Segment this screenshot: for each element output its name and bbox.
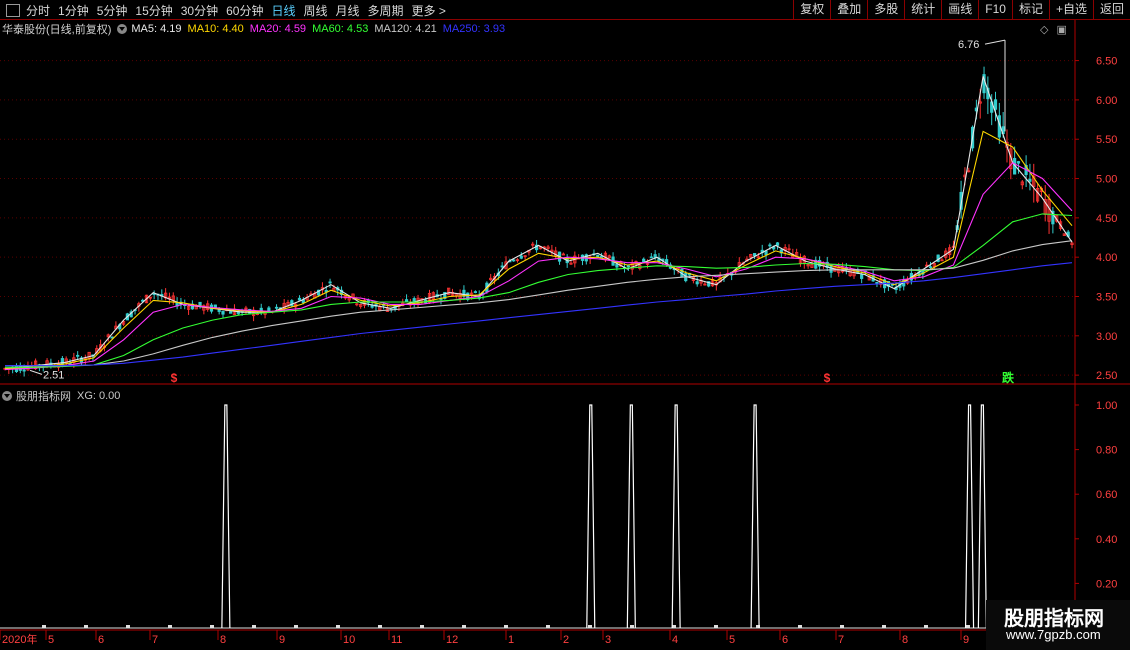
candle-body xyxy=(768,244,772,247)
date-label: 7 xyxy=(152,634,158,646)
candle-body xyxy=(752,253,757,256)
date-label: 2020年 xyxy=(2,632,37,646)
watermark: 股朋指标网 www.7gpzb.com xyxy=(986,600,1130,650)
date-label: 6 xyxy=(98,634,104,646)
price-tick-label: 3.00 xyxy=(1096,331,1117,343)
candle-body xyxy=(404,299,409,302)
indicator-legend: 股朋指标网 XG: 0.00 xyxy=(2,388,126,404)
price-tick-label: 3.50 xyxy=(1096,292,1117,304)
candle-body xyxy=(649,256,653,259)
candle-body xyxy=(615,263,619,268)
watermark-url: www.7gpzb.com xyxy=(1006,627,1101,642)
candle-body xyxy=(875,281,879,284)
indicator-title[interactable]: 股朋指标网 xyxy=(16,388,71,404)
candle-body xyxy=(993,99,998,110)
ma-line-ma20 xyxy=(4,162,1073,371)
xg-signal-spike xyxy=(626,404,636,629)
candle-body xyxy=(221,310,225,315)
date-label: 10 xyxy=(343,634,355,646)
candle-body xyxy=(60,358,64,365)
signal-marker: 跌 xyxy=(1002,370,1015,385)
candle-body xyxy=(626,265,630,268)
date-label: 4 xyxy=(672,634,678,646)
xg-signal-spike xyxy=(221,404,231,629)
candle-body xyxy=(76,354,80,357)
date-label: 5 xyxy=(48,634,54,646)
xg-signal-spike xyxy=(586,404,596,629)
high-price-label: 6.76 xyxy=(958,39,979,51)
candle-body xyxy=(229,311,233,314)
date-label: 9 xyxy=(963,634,969,646)
candle-body xyxy=(775,242,780,246)
candle-body xyxy=(695,281,699,285)
price-tick-label: 6.00 xyxy=(1096,95,1117,107)
ma-line-ma60 xyxy=(5,213,1073,368)
xg-signal-spike xyxy=(750,404,760,629)
date-label: 1 xyxy=(508,634,514,646)
candle-body xyxy=(473,291,477,293)
xg-signal-spike xyxy=(671,404,681,629)
high-pointer xyxy=(984,39,1006,45)
stock-chart-window: { "toolbar": { "periods": ["分时","1分钟","5… xyxy=(0,0,1130,650)
date-label: 11 xyxy=(391,634,402,646)
candle-body xyxy=(596,254,600,258)
chart-canvas: 6.50 6.00 5.50 5.00 4.50 4.00 3.50 3.00 2.50 6.76… xyxy=(0,20,1130,646)
indicator-tick-label: 0.20 xyxy=(1096,578,1117,590)
date-label: 5 xyxy=(729,634,735,646)
candle-body xyxy=(500,265,504,268)
date-label: 6 xyxy=(782,634,788,646)
xg-signal-spike xyxy=(964,404,975,629)
candle-body xyxy=(328,281,332,284)
signal-marker: $ xyxy=(824,371,831,385)
candle-body xyxy=(642,258,646,263)
candle-body xyxy=(512,259,516,262)
date-label: 7 xyxy=(838,634,844,646)
candle-body xyxy=(297,297,302,301)
candle-body xyxy=(764,250,768,255)
indicator-tick-label: 0.40 xyxy=(1096,534,1117,546)
date-label: 12 xyxy=(446,634,458,646)
xg-signal-spike xyxy=(977,404,987,629)
date-label: 8 xyxy=(902,634,908,646)
ma-line-ma120 xyxy=(5,240,1073,367)
price-tick-label: 6.50 xyxy=(1096,56,1117,68)
candle-body xyxy=(1028,178,1032,182)
candle-body xyxy=(519,255,523,259)
indicator-value: XG: 0.00 xyxy=(77,390,121,402)
date-label: 2 xyxy=(563,634,569,646)
indicator-dropdown-icon[interactable] xyxy=(2,391,12,401)
price-tick-label: 4.50 xyxy=(1096,213,1117,225)
ma-line-ma10 xyxy=(4,130,1073,370)
indicator-tick-label: 0.80 xyxy=(1096,445,1117,457)
price-tick-label: 5.50 xyxy=(1096,134,1117,146)
price-tick-label: 2.50 xyxy=(1096,370,1117,382)
indicator-tick-label: 1.00 xyxy=(1096,400,1117,412)
date-label: 3 xyxy=(605,634,611,646)
candle-body xyxy=(22,369,26,372)
price-tick-label: 5.00 xyxy=(1096,174,1117,186)
candle-body xyxy=(860,274,864,279)
price-tick-label: 4.00 xyxy=(1096,252,1117,264)
indicator-tick-label: 0.60 xyxy=(1096,489,1117,501)
low-pointer xyxy=(29,369,43,375)
candle-body xyxy=(274,306,279,309)
candle-body xyxy=(928,266,933,269)
candle-body xyxy=(600,255,604,258)
signal-marker: $ xyxy=(171,371,178,385)
ma-line-ma5 xyxy=(4,76,1073,370)
date-label: 9 xyxy=(279,634,285,646)
candle-body xyxy=(561,253,565,256)
low-price-label: 2.51 xyxy=(43,369,64,381)
candle-body xyxy=(1016,161,1021,164)
date-label: 8 xyxy=(220,634,226,646)
